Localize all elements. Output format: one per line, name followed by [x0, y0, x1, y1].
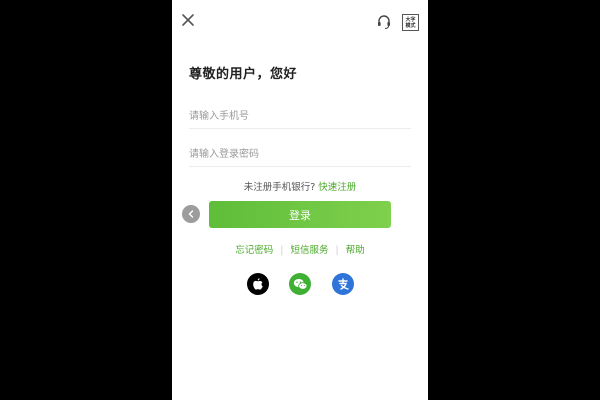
login-button[interactable]: 登录 — [209, 201, 391, 228]
phone-input[interactable] — [189, 104, 411, 129]
alipay-icon[interactable] — [332, 273, 354, 295]
large-font-label-2: 模式 — [405, 22, 416, 29]
register-prompt: 未注册手机银行? — [243, 182, 319, 193]
sms-service-link[interactable]: 短信服务 — [290, 245, 328, 256]
headset-icon[interactable] — [376, 14, 392, 30]
login-screen: 大字 模式 尊敬的用户，您好 未注册手机银行? 快速注册 登录 忘记密码 | 短信服… — [172, 0, 428, 400]
password-input[interactable] — [189, 142, 411, 167]
help-links: 忘记密码 | 短信服务 | 帮助 — [172, 242, 428, 256]
help-link[interactable]: 帮助 — [346, 245, 365, 256]
forgot-password-link[interactable]: 忘记密码 — [235, 245, 273, 256]
divider: | — [335, 245, 339, 256]
register-row: 未注册手机银行? 快速注册 — [172, 179, 428, 193]
greeting-title: 尊敬的用户，您好 — [189, 67, 298, 82]
apple-icon[interactable] — [247, 273, 269, 295]
chevron-left-icon[interactable] — [182, 205, 200, 223]
divider: | — [280, 245, 284, 256]
close-icon[interactable] — [180, 12, 196, 28]
quick-register-link[interactable]: 快速注册 — [318, 182, 356, 193]
large-font-mode-button[interactable]: 大字 模式 — [402, 14, 419, 31]
wechat-icon[interactable] — [289, 273, 311, 295]
